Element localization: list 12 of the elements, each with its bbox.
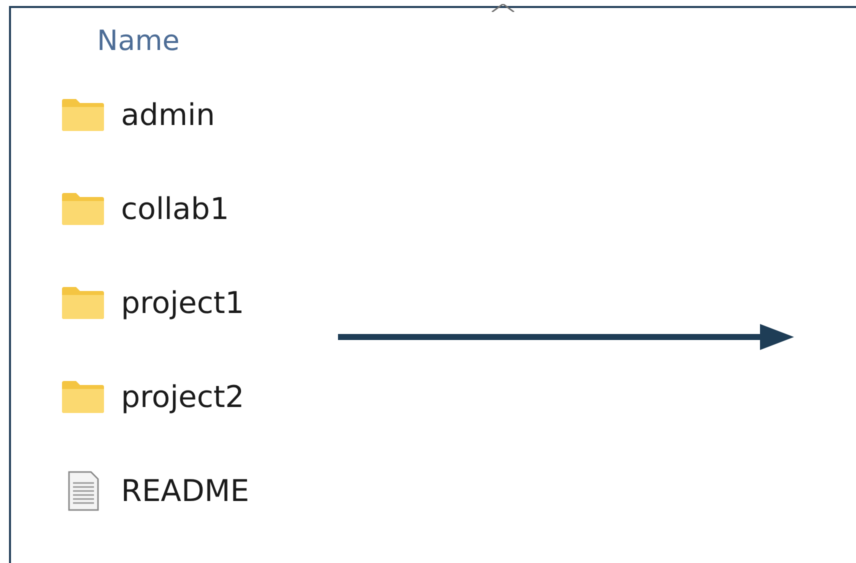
arrow-icon	[338, 324, 794, 350]
file-name[interactable]: project2	[121, 380, 244, 414]
sort-caret-icon[interactable]	[491, 4, 515, 12]
folder-icon	[61, 192, 105, 226]
file-name[interactable]: project1	[121, 286, 244, 320]
folder-icon	[61, 286, 105, 320]
folder-icon	[61, 380, 105, 414]
file-name[interactable]: README	[121, 474, 250, 508]
folder-icon	[61, 98, 105, 132]
name-column-header[interactable]: Name	[97, 24, 180, 57]
file-name[interactable]: collab1	[121, 192, 230, 226]
file-name[interactable]: admin	[121, 98, 215, 132]
